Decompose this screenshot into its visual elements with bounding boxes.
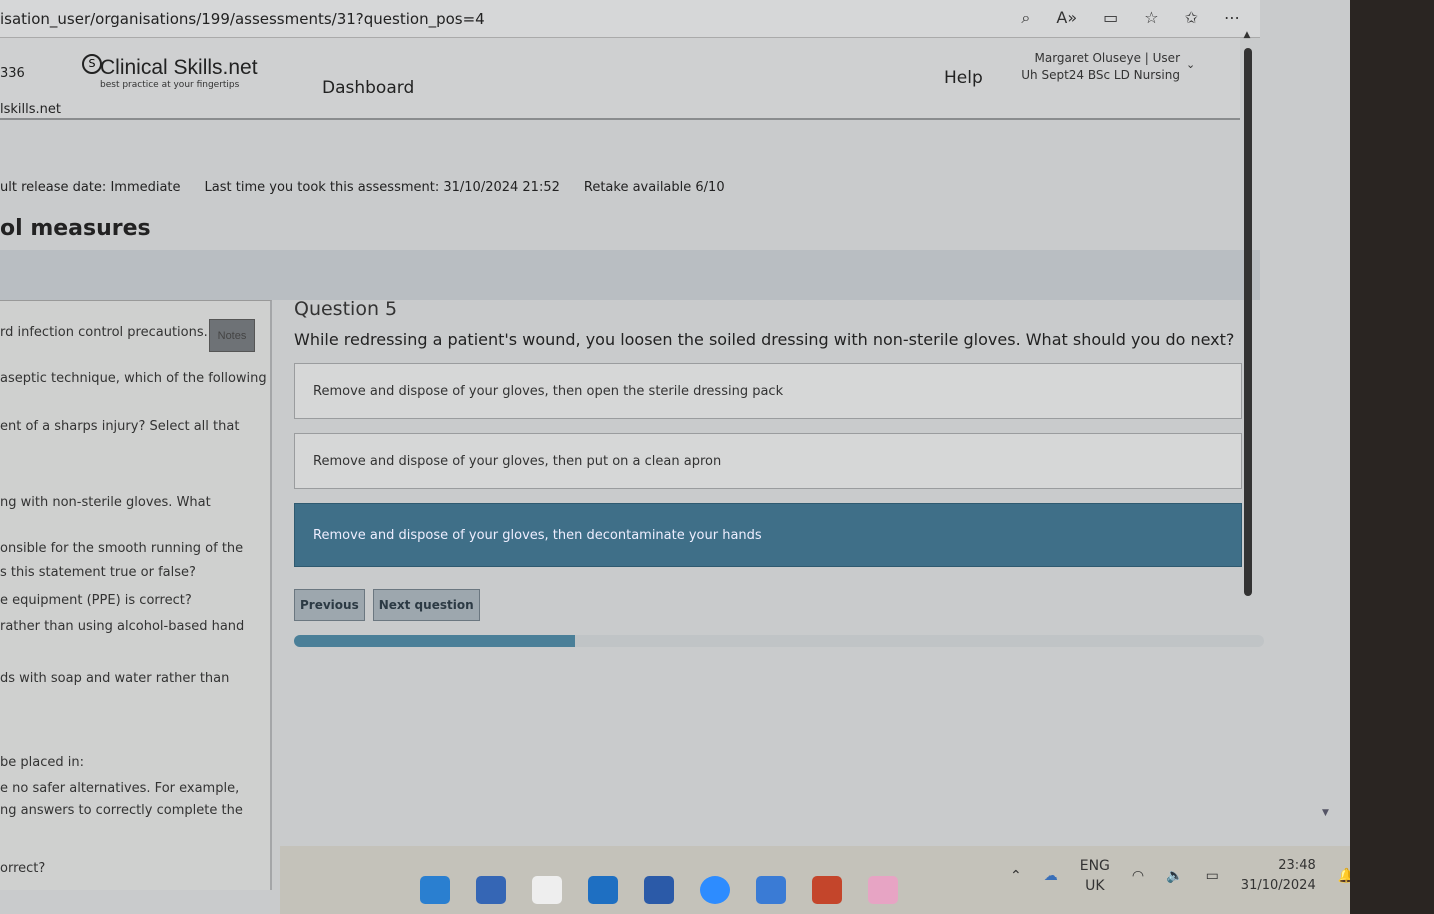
wifi-icon[interactable]: ◠ [1132, 868, 1144, 884]
question-list-item[interactable]: ng with non-sterile gloves. What [0, 495, 211, 510]
question-number: Question 5 [294, 298, 398, 320]
taskbar: ⌃ ☁ ENG UK ◠ 🔈 ▭ 23:48 31/10/2024 🔔 [280, 846, 1350, 914]
word-icon[interactable] [644, 876, 674, 904]
question-list-item[interactable]: orrect? [0, 861, 45, 876]
chevron-down-icon[interactable]: ⌄ [1186, 58, 1195, 71]
onedrive-icon[interactable]: ☁ [1044, 868, 1058, 884]
store-icon[interactable] [476, 876, 506, 904]
retake-count: Retake available 6/10 [583, 180, 725, 195]
notification-bell-icon[interactable]: 🔔 [1338, 868, 1350, 884]
zoom-app-icon[interactable] [700, 876, 730, 904]
language-indicator[interactable]: ENG UK [1080, 856, 1110, 896]
powerpoint-icon[interactable] [812, 876, 842, 904]
outlook-icon[interactable] [588, 876, 618, 904]
user-org: Uh Sept24 BSc LD Nursing [1021, 68, 1180, 82]
assessment-meta: ult release date: Immediate Last time yo… [0, 180, 725, 195]
date: 31/10/2024 [1240, 878, 1316, 893]
question-text: While redressing a patient's wound, you … [294, 330, 1235, 349]
question-list-item[interactable]: ent of a sharps injury? Select all that [0, 419, 239, 434]
amazon-icon[interactable] [532, 876, 562, 904]
notes-button[interactable]: Notes [209, 319, 255, 352]
immersive-reader-icon[interactable]: ▭ [1103, 8, 1118, 28]
read-aloud-icon[interactable]: A» [1056, 8, 1077, 28]
upload-icon[interactable] [868, 876, 898, 904]
address-bar[interactable]: isation_user/organisations/199/assessmen… [0, 0, 1260, 38]
nav-help[interactable]: Help [944, 68, 983, 88]
question-list-item[interactable]: ng answers to correctly complete the [0, 803, 243, 818]
page-title: ol measures [0, 216, 151, 241]
time: 23:48 [1278, 858, 1316, 873]
favorite-icon[interactable]: ☆ [1144, 8, 1158, 28]
scroll-up-icon[interactable]: ▲ [1238, 30, 1256, 40]
previous-button[interactable]: Previous [294, 589, 365, 621]
battery-icon[interactable]: ▭ [1206, 868, 1219, 884]
logo[interactable]: S Clinical Skills.net best practice at y… [80, 54, 258, 90]
progress-fill [294, 635, 576, 647]
question-list-item[interactable]: rather than using alcohol-based hand [0, 619, 244, 634]
site-header: 336 lskills.net S Clinical Skills.net be… [0, 38, 1240, 120]
divider-band [0, 250, 1260, 300]
question-list-item[interactable]: s this statement true or false? [0, 565, 196, 580]
clock[interactable]: 23:48 31/10/2024 [1241, 856, 1316, 896]
logo-mark-icon: S [82, 54, 102, 74]
question-list-item[interactable]: rd infection control precautions. [0, 325, 208, 340]
zoom-icon[interactable]: ⌕ [1021, 8, 1030, 28]
scrollbar[interactable]: ▲ ▼ [1238, 30, 1329, 830]
question-list-item[interactable]: onsible for the smooth running of the [0, 541, 243, 556]
scroll-down-icon[interactable]: ▼ [1322, 808, 1329, 818]
question-list-item[interactable]: aseptic technique, which of the followin… [0, 371, 267, 386]
header-fragment: lskills.net [0, 102, 61, 117]
calendar-icon[interactable] [756, 876, 786, 904]
question-panel: Question 5 While redressing a patient's … [294, 298, 1264, 647]
release-date: ult release date: Immediate [0, 180, 181, 195]
header-fragment: 336 [0, 66, 25, 81]
logo-name: Clinical Skills.net [100, 56, 258, 79]
question-list-item[interactable]: e equipment (PPE) is correct? [0, 593, 192, 608]
system-tray: ⌃ ☁ ENG UK ◠ 🔈 ▭ 23:48 31/10/2024 🔔 [1010, 856, 1350, 896]
question-list: rd infection control precautions. Notes … [0, 300, 272, 890]
favorites-bar-icon[interactable]: ✩ [1185, 8, 1198, 28]
edge-icon[interactable] [420, 876, 450, 904]
url-text[interactable]: isation_user/organisations/199/assessmen… [0, 10, 485, 28]
question-list-item[interactable]: ds with soap and water rather than [0, 671, 229, 686]
question-list-item[interactable]: be placed in: [0, 755, 84, 770]
volume-icon[interactable]: 🔈 [1166, 868, 1183, 884]
progress-bar [294, 635, 1264, 647]
scrollbar-thumb[interactable] [1244, 48, 1252, 596]
lang-region: UK [1085, 878, 1105, 894]
logo-tagline: best practice at your fingertips [100, 80, 240, 90]
user-name: Margaret Oluseye | User [1034, 51, 1181, 65]
question-list-item[interactable]: e no safer alternatives. For example, [0, 781, 239, 796]
nav-dashboard[interactable]: Dashboard [322, 78, 414, 98]
answer-option[interactable]: Remove and dispose of your gloves, then … [294, 363, 1242, 419]
chevron-up-icon[interactable]: ⌃ [1010, 868, 1022, 884]
last-taken: Last time you took this assessment: 31/1… [204, 180, 560, 195]
answer-option[interactable]: Remove and dispose of your gloves, then … [294, 433, 1242, 489]
screen: isation_user/organisations/199/assessmen… [0, 0, 1350, 914]
lang-code: ENG [1079, 858, 1110, 874]
next-question-button[interactable]: Next question [372, 589, 480, 621]
more-icon[interactable]: ⋯ [1224, 8, 1240, 28]
answer-option-selected[interactable]: Remove and dispose of your gloves, then … [294, 503, 1242, 567]
user-menu[interactable]: Margaret Oluseye | User Uh Sept24 BSc LD… [1010, 50, 1180, 84]
